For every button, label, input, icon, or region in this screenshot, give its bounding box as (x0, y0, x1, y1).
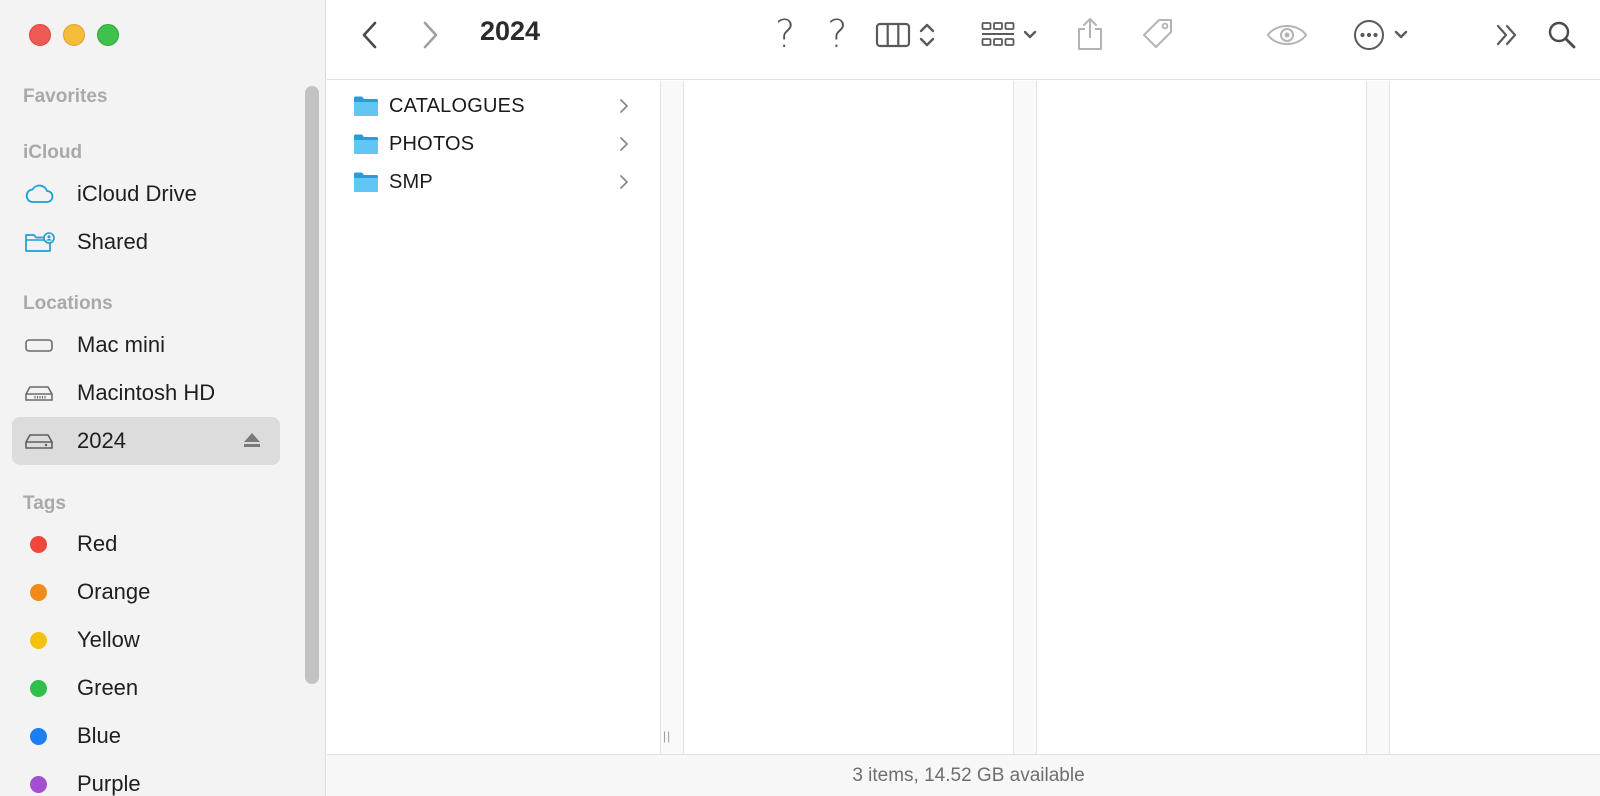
double-chevron-icon (1494, 22, 1520, 48)
sidebar-item-label: Macintosh HD (77, 380, 216, 405)
sidebar-item-label: 2024 (77, 428, 126, 453)
column-3[interactable] (1037, 81, 1366, 754)
window-title: 2024 (480, 16, 541, 46)
chevron-down-icon (1394, 30, 1408, 40)
sidebar-item-icloud-drive[interactable]: iCloud Drive (12, 170, 280, 218)
sidebar-item-label: iCloud Drive (77, 181, 197, 206)
sidebar-item-label: Purple (77, 771, 141, 796)
column-resize-handle[interactable]: || (663, 729, 671, 743)
tag-icon (1141, 17, 1175, 51)
shared-folder-icon (24, 230, 58, 254)
folder-icon (353, 95, 379, 117)
section-tags[interactable]: Tags (23, 493, 66, 515)
sidebar-item-macintosh-hd[interactable]: Macintosh HD (12, 369, 280, 417)
sidebar-item-label: Orange (77, 579, 151, 604)
tag-color-dot-icon (30, 679, 47, 697)
sidebar-tag-orange[interactable]: Orange (12, 568, 280, 616)
column-1[interactable]: CATALOGUES PHOTOS SMP (327, 81, 660, 754)
column-4[interactable] (1390, 81, 1600, 754)
list-item[interactable]: CATALOGUES (327, 87, 637, 125)
chevron-right-icon (619, 98, 629, 119)
section-favorites[interactable]: Favorites (23, 86, 107, 108)
search-icon (1547, 20, 1577, 50)
status-bar: 3 items, 14.52 GB available (327, 754, 1600, 796)
sidebar-item-shared[interactable]: Shared (12, 218, 280, 266)
chevron-left-icon (360, 20, 380, 50)
toolbar: 2024 ? ? (327, 0, 1600, 80)
sidebar-item-label: Green (77, 675, 139, 700)
sidebar: Favorites iCloud iCloud Drive Shared Loc… (0, 0, 326, 796)
tag-button[interactable] (1139, 15, 1177, 53)
column-divider[interactable] (1366, 81, 1390, 754)
zoom-window-button[interactable] (97, 24, 119, 46)
sidebar-item-label: Blue (77, 723, 122, 748)
folder-icon (353, 133, 379, 155)
sidebar-item-mac-mini[interactable]: Mac mini (12, 321, 280, 369)
ellipsis-circle-icon (1352, 18, 1386, 52)
group-by-button[interactable] (977, 16, 1041, 54)
close-window-button[interactable] (29, 24, 51, 46)
minimize-window-button[interactable] (63, 24, 85, 46)
folder-name: CATALOGUES (389, 94, 525, 117)
up-down-chevron-icon (919, 21, 935, 49)
chevron-down-icon (1023, 30, 1037, 40)
sidebar-item-label: Yellow (77, 627, 140, 652)
sidebar-tag-purple[interactable]: Purple (12, 760, 280, 796)
list-item[interactable]: SMP (327, 163, 637, 201)
sidebar-scrollbar[interactable] (305, 86, 319, 684)
toolbar-overflow-button[interactable] (1490, 18, 1524, 52)
share-button[interactable] (1072, 14, 1108, 54)
folder-name: PHOTOS (389, 132, 475, 155)
chevron-right-icon (619, 174, 629, 195)
tag-color-dot-icon (30, 535, 47, 553)
more-actions-button[interactable] (1349, 16, 1411, 54)
back-button[interactable] (353, 18, 387, 52)
search-button[interactable] (1544, 17, 1580, 53)
tag-color-dot-icon (30, 727, 47, 745)
sidebar-tag-blue[interactable]: Blue (12, 712, 280, 760)
column-divider[interactable] (660, 81, 684, 754)
window-controls (29, 24, 119, 46)
section-icloud[interactable]: iCloud (23, 142, 82, 164)
sidebar-item-label: Shared (77, 229, 148, 254)
quick-look-button[interactable] (1265, 18, 1309, 52)
unknown-toolbar-glyphs[interactable]: ? ? (775, 12, 857, 56)
column-2[interactable] (684, 81, 1013, 754)
sidebar-tag-red[interactable]: Red (12, 520, 280, 568)
column-browser: CATALOGUES PHOTOS SMP || (327, 81, 1600, 754)
sidebar-tag-green[interactable]: Green (12, 664, 280, 712)
group-grid-icon (981, 21, 1015, 49)
view-mode-button[interactable] (870, 16, 940, 54)
chevron-right-icon (619, 136, 629, 157)
sidebar-tag-yellow[interactable]: Yellow (12, 616, 280, 664)
forward-button[interactable] (413, 18, 447, 52)
eject-icon[interactable] (242, 431, 262, 454)
hard-drive-icon (24, 381, 58, 405)
sidebar-item-label: Mac mini (77, 332, 166, 357)
eye-icon (1266, 21, 1308, 49)
tag-color-dot-icon (30, 583, 47, 601)
section-locations[interactable]: Locations (23, 293, 113, 315)
share-icon (1075, 16, 1105, 52)
folder-name: SMP (389, 170, 433, 193)
cloud-icon (24, 182, 58, 206)
chevron-right-icon (420, 20, 440, 50)
column-divider[interactable] (1013, 81, 1037, 754)
folder-icon (353, 171, 379, 193)
sidebar-item-2024[interactable]: 2024 (12, 417, 280, 465)
tag-color-dot-icon (30, 775, 47, 793)
status-text: 3 items, 14.52 GB available (852, 764, 1085, 786)
list-item[interactable]: PHOTOS (327, 125, 637, 163)
column-view-icon (875, 21, 911, 49)
computer-icon (24, 333, 58, 357)
sidebar-item-label: Red (77, 531, 118, 556)
external-drive-icon (24, 429, 58, 453)
tag-color-dot-icon (30, 631, 47, 649)
